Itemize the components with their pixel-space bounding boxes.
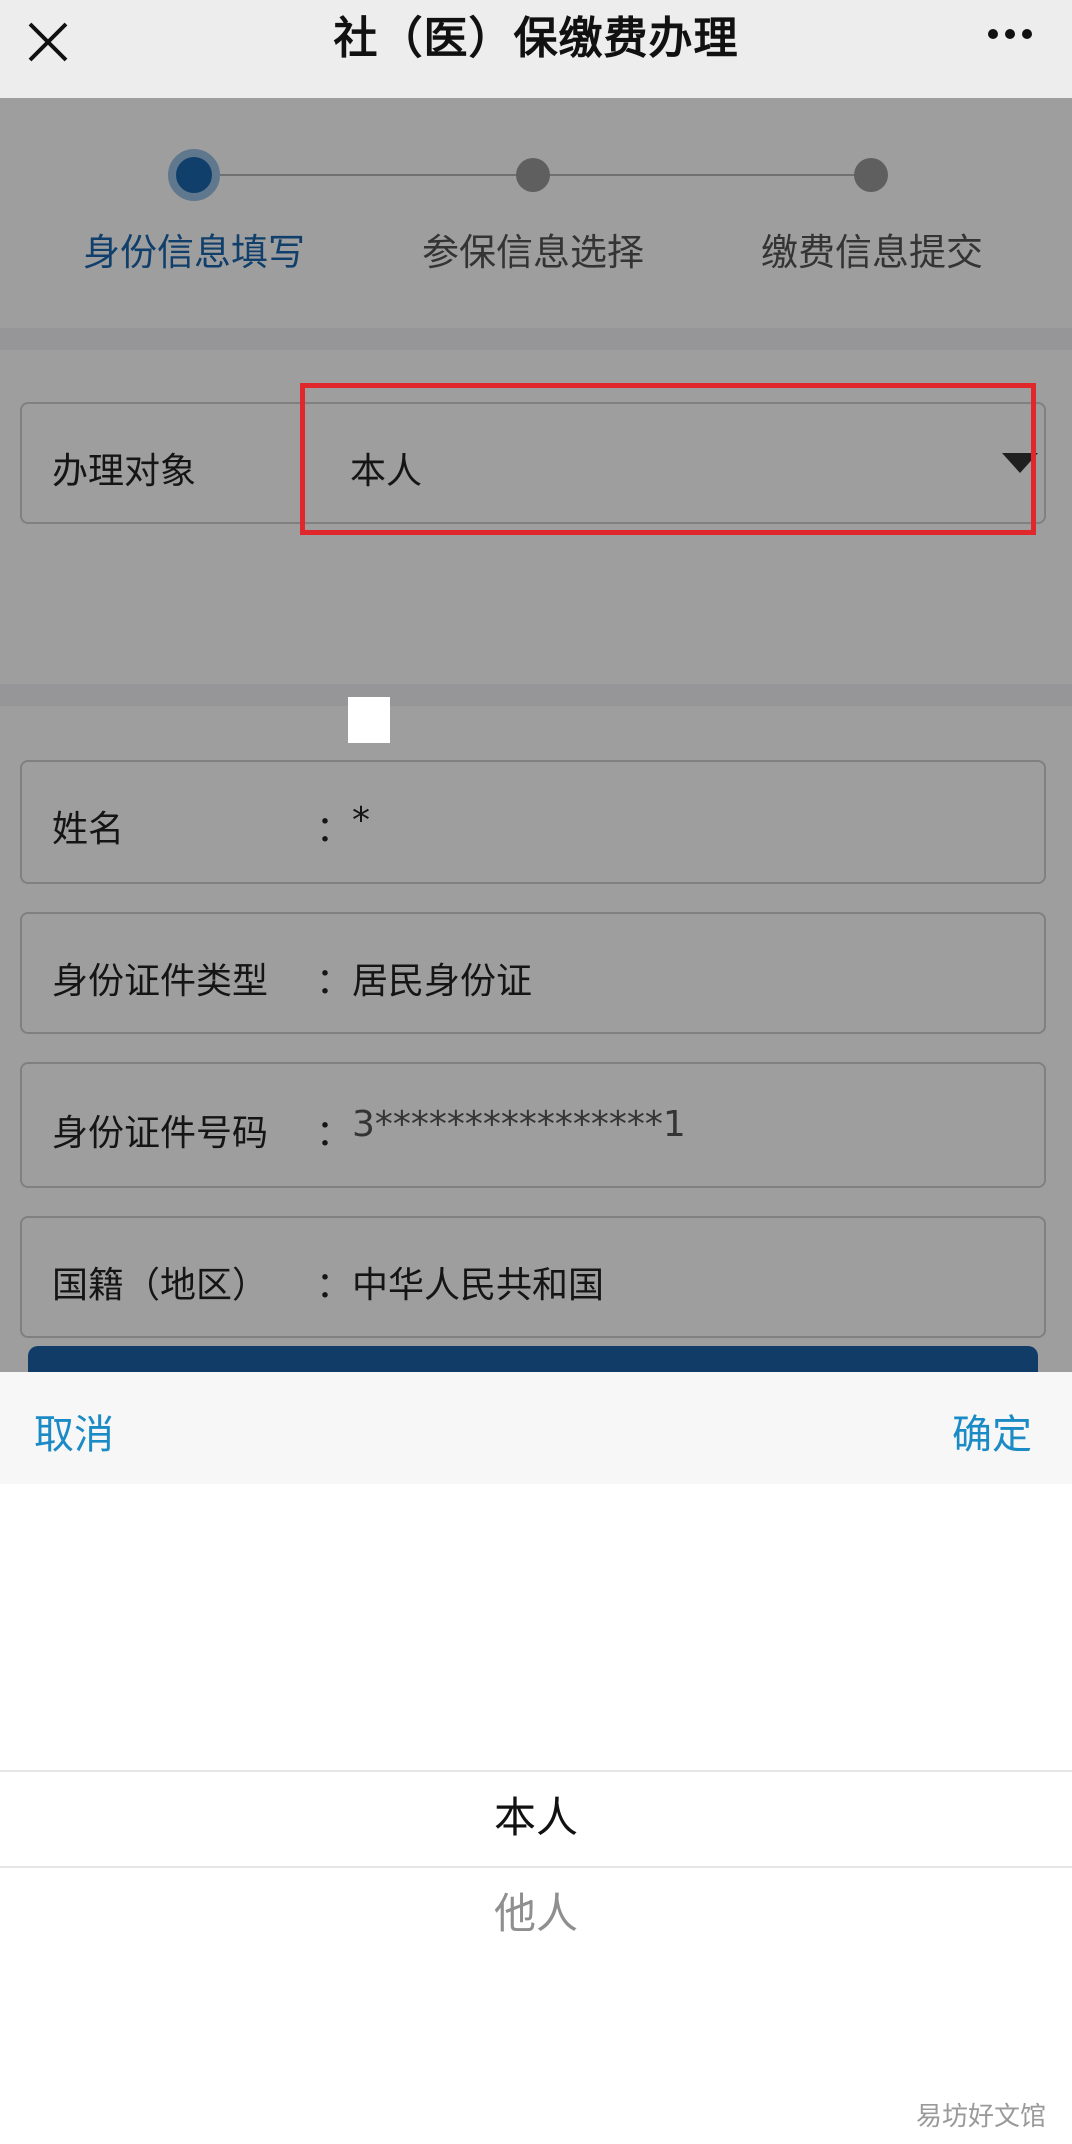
dot	[1022, 29, 1032, 39]
picker-toolbar: 取消 确定	[0, 1372, 1072, 1484]
picker-option-other[interactable]: 他人	[0, 1880, 1072, 1941]
watermark: 易坊好文馆	[915, 2102, 1046, 2132]
picker-selection-line-top	[0, 1770, 1072, 1772]
modal-overlay[interactable]	[0, 98, 1072, 1372]
picker-option-self[interactable]: 本人	[0, 1784, 1072, 1845]
navbar: 社（医）保缴费办理	[0, 0, 1072, 98]
dot	[988, 29, 998, 39]
close-icon[interactable]	[18, 12, 78, 72]
picker-selection-line-bottom	[0, 1866, 1072, 1868]
cancel-button[interactable]: 取消	[34, 1402, 114, 1460]
dot	[1005, 29, 1015, 39]
name-redaction-mask	[348, 697, 390, 743]
option-picker: 取消 确定 本人 他人	[0, 1372, 1072, 2144]
page-title: 社（医）保缴费办理	[333, 13, 739, 64]
confirm-button[interactable]: 确定	[952, 1402, 1032, 1460]
annotation-highlight-box	[300, 383, 1036, 535]
more-dots-icon[interactable]	[988, 16, 1032, 52]
